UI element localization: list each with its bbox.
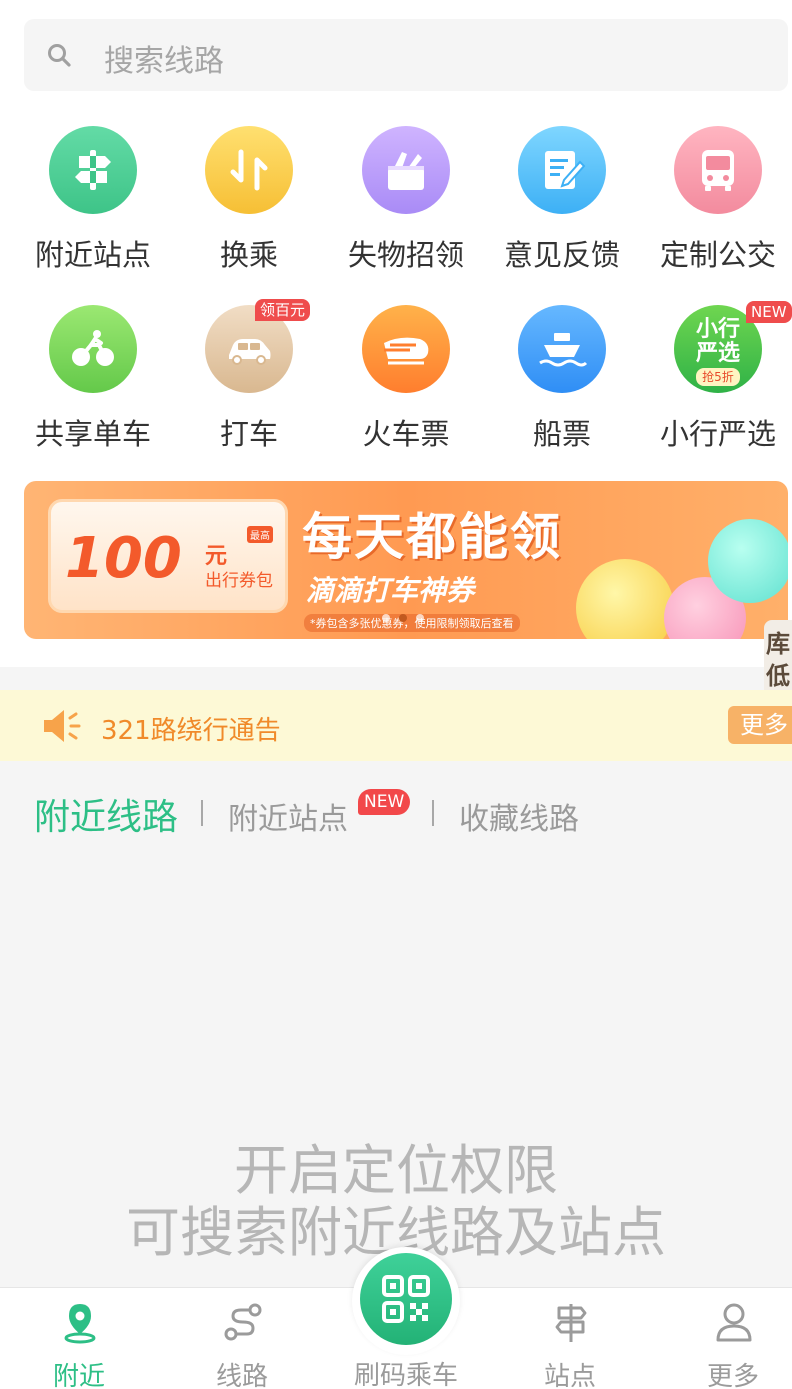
- coupon-tag: 最高: [247, 526, 273, 543]
- qr-scan-button[interactable]: [360, 1253, 452, 1345]
- service-xiaoxing-select[interactable]: 小行 严选 抢5折 NEW 小行严选: [640, 301, 792, 465]
- nav-label: 线路: [215, 1362, 268, 1389]
- smiley-icon: [708, 519, 788, 603]
- service-badge: 领百元: [255, 299, 311, 321]
- transfer-arrows-icon: [205, 126, 293, 214]
- coupon-card: 100 元 出行券包 最高: [48, 499, 288, 613]
- carousel-dots: [382, 607, 433, 626]
- tab-nearby-stops[interactable]: 附近站点: [228, 794, 348, 838]
- ship-icon: [518, 305, 606, 393]
- service-taxi[interactable]: 领百元 打车: [171, 299, 327, 465]
- empty-state-message: 开启定位权限 可搜索附近线路及站点: [0, 1140, 792, 1264]
- carousel-dot: [416, 614, 424, 622]
- icon-text: 抢5折: [696, 368, 740, 386]
- search-icon: [48, 44, 71, 67]
- tab-favorite-lines[interactable]: 收藏线路: [459, 794, 579, 838]
- nav-label: 附近: [52, 1362, 105, 1389]
- service-label: 共享单车: [34, 417, 151, 451]
- service-train-ticket[interactable]: 火车票: [328, 305, 484, 465]
- qr-code-icon: [382, 1275, 430, 1323]
- carousel-dot: [399, 614, 407, 622]
- speaker-icon: [44, 710, 81, 742]
- service-badge: NEW: [746, 301, 792, 323]
- icon-text: 小行: [695, 317, 740, 342]
- nav-stations[interactable]: 站点: [515, 1288, 625, 1389]
- feedback-edit-icon: [518, 126, 606, 214]
- promo-banner[interactable]: 100 元 出行券包 最高 每天都能领 滴滴打车神券 *券包含多张优惠券，使用限…: [24, 481, 788, 639]
- nav-nearby[interactable]: 附近: [24, 1288, 134, 1389]
- service-label: 火车票: [362, 417, 450, 451]
- service-label: 意见反馈: [503, 238, 620, 272]
- nav-label: 更多: [706, 1362, 759, 1389]
- service-feedback[interactable]: 意见反馈: [484, 126, 640, 286]
- notice-more-button[interactable]: 更多: [728, 706, 792, 744]
- location-pin-icon: [64, 1304, 96, 1344]
- bicycle-icon: [49, 305, 137, 393]
- service-shared-bike[interactable]: 共享单车: [15, 305, 171, 465]
- user-icon: [716, 1303, 752, 1342]
- service-transfer[interactable]: 换乘: [171, 126, 327, 286]
- service-label: 定制公交: [659, 238, 776, 272]
- empty-line-1: 开启定位权限: [234, 1139, 558, 1202]
- new-badge: NEW: [358, 789, 411, 815]
- notice-bar[interactable]: 321路绕行通告 更多: [0, 690, 792, 761]
- top-panel: 搜索线路 附近站点 换乘 失物招领 意见反馈 定制公交 共享单车 领百元 打车 …: [0, 0, 792, 667]
- tab-divider: [201, 800, 203, 826]
- notice-text: 321路绕行通告: [101, 716, 281, 746]
- tab-divider: [432, 800, 434, 826]
- route-icon: [224, 1303, 262, 1341]
- service-label: 船票: [532, 417, 591, 451]
- service-custom-bus[interactable]: 定制公交: [640, 126, 792, 286]
- search-bar[interactable]: 搜索线路: [24, 19, 788, 91]
- bus-icon: [674, 126, 762, 214]
- tab-nearby-lines[interactable]: 附近线路: [34, 788, 178, 840]
- coupon-subtitle: 出行券包: [205, 571, 273, 591]
- banner-headline: 每天都能领: [302, 508, 562, 566]
- smiley-icon: [576, 559, 674, 639]
- service-nearby-stops[interactable]: 附近站点: [15, 126, 171, 286]
- icon-text: 严选: [695, 341, 740, 366]
- service-label: 打车: [219, 417, 278, 451]
- lost-found-box-icon: [362, 126, 450, 214]
- search-placeholder: 搜索线路: [104, 44, 224, 79]
- coupon-amount: 100: [65, 526, 182, 591]
- nav-label: 站点: [543, 1362, 596, 1389]
- service-label: 换乘: [219, 238, 278, 272]
- service-label: 小行严选: [659, 417, 776, 451]
- nav-label-scan-ride[interactable]: 刷码乘车: [334, 1355, 478, 1389]
- service-label: 失物招领: [347, 238, 464, 272]
- nav-more[interactable]: 更多: [678, 1288, 788, 1389]
- signpost-icon: [555, 1304, 587, 1342]
- signpost-icon: [49, 126, 137, 214]
- nav-lines[interactable]: 线路: [187, 1288, 297, 1389]
- service-lost-found[interactable]: 失物招领: [328, 126, 484, 286]
- banner-subline: 滴滴打车神券: [306, 574, 475, 607]
- service-ship-ticket[interactable]: 船票: [484, 305, 640, 465]
- carousel-dot: [382, 614, 390, 622]
- service-label: 附近站点: [34, 238, 151, 272]
- train-icon: [362, 305, 450, 393]
